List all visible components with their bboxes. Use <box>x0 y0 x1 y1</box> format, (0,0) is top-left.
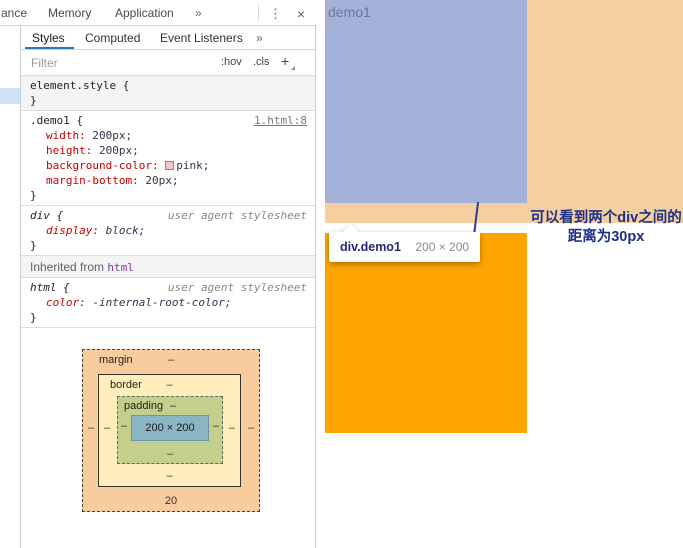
border-top-value[interactable]: – <box>99 379 240 391</box>
close-brace: } <box>30 94 37 107</box>
border-right-value[interactable]: – <box>229 422 235 434</box>
active-tab-indicator <box>25 47 74 49</box>
new-style-rule-button[interactable]: + <box>281 53 289 69</box>
box-model-diagram: margin – – – 20 border – – – – padding –… <box>21 328 315 512</box>
border-bottom-value[interactable]: – <box>99 470 240 482</box>
new-style-rule-dropdown-corner <box>291 66 295 70</box>
margin-bottom-value[interactable]: 20 <box>83 495 259 507</box>
tooltip-dimensions: 200 × 200 <box>415 240 470 254</box>
margin-right-value[interactable]: – <box>248 422 254 434</box>
styles-filter-row: :hov .cls + <box>21 50 315 76</box>
user-agent-note: user agent stylesheet <box>167 281 307 294</box>
tab-event-listeners[interactable]: Event Listeners <box>160 31 243 45</box>
selector-element-style[interactable]: element.style { <box>30 79 129 92</box>
annotation-text: 可以看到两个div之间的 距离为30px <box>529 209 683 247</box>
css-property[interactable]: color: -internal-root-color; <box>30 295 307 310</box>
tab-application[interactable]: Application <box>115 6 174 20</box>
box-model-margin[interactable]: margin – – – 20 border – – – – padding –… <box>82 349 260 512</box>
property-name[interactable]: display: <box>46 224 99 237</box>
annotation-line-1: 可以看到两个div之间的 <box>530 210 682 226</box>
property-name[interactable]: background-color: <box>46 159 159 172</box>
inherited-from-label: Inherited from <box>30 260 108 274</box>
close-brace: } <box>30 189 37 202</box>
margin-left-value[interactable]: – <box>88 422 94 434</box>
source-link[interactable]: 1.html:8 <box>254 113 307 128</box>
property-name[interactable]: height: <box>46 144 92 157</box>
annotation-line-2: 距离为30px <box>567 229 645 245</box>
tab-performance-truncated[interactable]: ance <box>1 6 27 20</box>
color-swatch[interactable] <box>165 161 175 170</box>
close-icon[interactable]: × <box>297 6 305 22</box>
demo1-div-content-highlight: demo1 <box>325 0 527 203</box>
css-property[interactable]: height: 200px; <box>30 143 307 158</box>
devtools-panel: ance Memory Application » ⋮ × Styles Com… <box>0 0 317 548</box>
selector-div[interactable]: div { <box>30 209 63 222</box>
inherited-node-link[interactable]: html <box>107 261 134 274</box>
padding-right-value[interactable]: – <box>213 420 219 432</box>
margin-bottom-highlight-strip <box>325 203 527 223</box>
padding-bottom-value[interactable]: – <box>118 448 222 460</box>
demo2-div <box>325 233 527 433</box>
padding-top-value[interactable]: – <box>170 400 176 412</box>
rule-demo1: 1.html:8 .demo1 { width: 200px; height: … <box>21 111 315 206</box>
filter-input[interactable] <box>31 54 211 72</box>
toggle-pseudo-state-button[interactable]: :hov <box>221 56 242 68</box>
user-agent-note: user agent stylesheet <box>167 209 307 222</box>
close-brace: } <box>30 311 37 324</box>
element-tooltip: div.demo1 200 × 200 <box>329 224 481 262</box>
more-tabs-icon[interactable]: » <box>256 31 263 45</box>
rule-element-style: element.style { } <box>21 76 315 111</box>
elements-selected-row-fragment[interactable] <box>0 88 20 104</box>
inherited-from-header: Inherited from html <box>21 256 315 278</box>
devtools-top-tabbar: ance Memory Application » ⋮ × <box>0 0 317 26</box>
tab-styles[interactable]: Styles <box>32 31 65 45</box>
property-name[interactable]: margin-bottom: <box>46 174 139 187</box>
padding-label: padding <box>124 400 164 412</box>
box-model-content[interactable]: 200 × 200 <box>131 415 209 441</box>
tooltip-selector: div.demo1 <box>340 240 401 254</box>
css-property[interactable]: width: 200px; <box>30 128 307 143</box>
box-model-border[interactable]: border – – – – padding – – – – 200 × 200 <box>98 374 241 487</box>
tab-memory[interactable]: Memory <box>48 6 91 20</box>
property-value[interactable]: pink; <box>176 159 209 172</box>
styles-sub-tabbar: Styles Computed Event Listeners » <box>21 26 315 50</box>
rendered-page: demo1 可以看到两个div之间的 距离为30px div.demo1 200… <box>317 0 683 548</box>
padding-left-value[interactable]: – <box>121 420 127 432</box>
tab-computed[interactable]: Computed <box>85 31 140 45</box>
border-left-value[interactable]: – <box>104 422 110 434</box>
css-property[interactable]: background-color: pink; <box>30 158 307 173</box>
css-property[interactable]: display: block; <box>30 223 307 238</box>
selector-demo1[interactable]: .demo1 { <box>30 114 83 127</box>
property-value[interactable]: -internal-root-color; <box>92 296 231 309</box>
property-value[interactable]: 200px; <box>92 129 132 142</box>
margin-highlight-right-block <box>527 0 683 223</box>
property-value[interactable]: block; <box>106 224 146 237</box>
rule-div-ua: user agent stylesheet div { display: blo… <box>21 206 315 256</box>
property-value[interactable]: 200px; <box>99 144 139 157</box>
content-size-label: 200 × 200 <box>145 422 195 434</box>
css-property[interactable]: margin-bottom: 20px; <box>30 173 307 188</box>
rule-html-ua: user agent stylesheet html { color: -int… <box>21 278 315 328</box>
more-tabs-icon[interactable]: » <box>195 6 202 20</box>
kebab-menu-icon[interactable]: ⋮ <box>269 6 282 22</box>
styles-pane: Styles Computed Event Listeners » :hov .… <box>21 26 316 548</box>
close-brace: } <box>30 239 37 252</box>
demo1-text: demo1 <box>328 4 371 20</box>
selector-html[interactable]: html { <box>30 281 70 294</box>
box-model-padding[interactable]: padding – – – – 200 × 200 <box>117 396 223 464</box>
margin-top-value[interactable]: – <box>83 354 259 366</box>
toolbar-separator <box>258 4 259 21</box>
property-value[interactable]: 20px; <box>145 174 178 187</box>
elements-panel-edge <box>0 26 20 548</box>
property-name[interactable]: width: <box>46 129 86 142</box>
element-classes-button[interactable]: .cls <box>253 56 270 68</box>
property-name[interactable]: color: <box>46 296 86 309</box>
